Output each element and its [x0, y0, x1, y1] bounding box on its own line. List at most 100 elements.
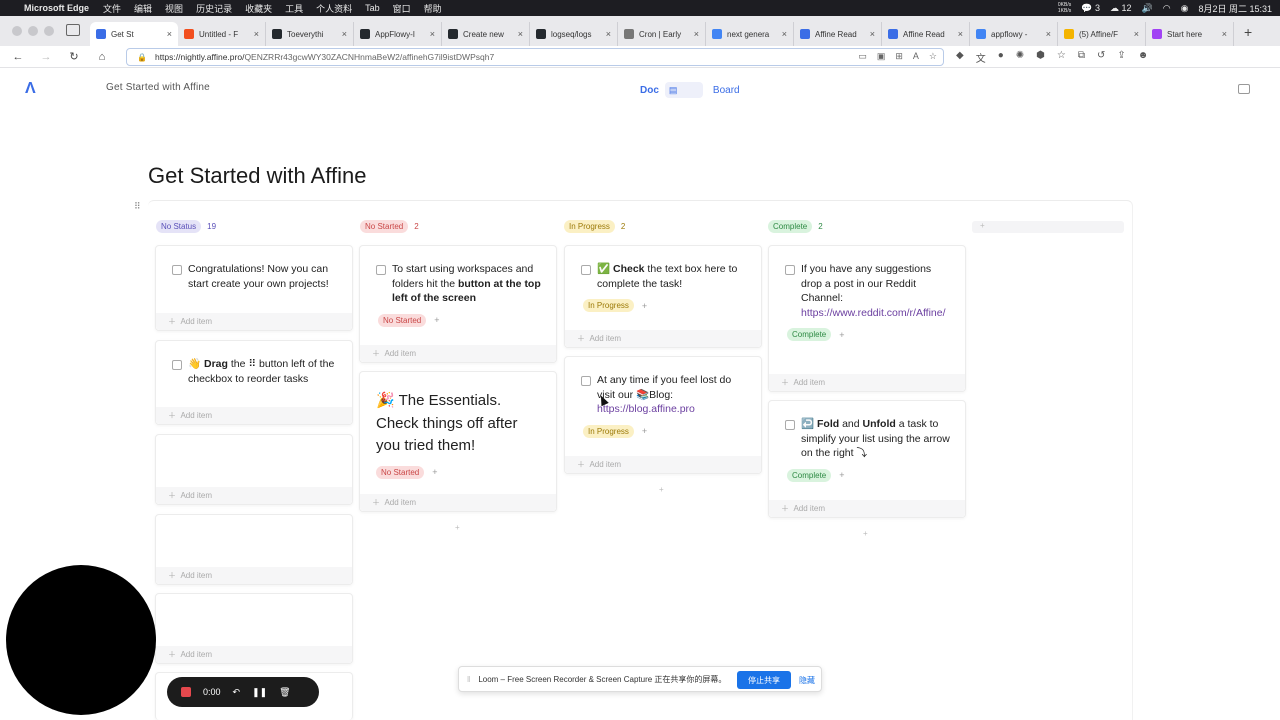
status-tag[interactable]: No Started	[376, 465, 425, 479]
volume-icon[interactable]: 🔊	[1142, 3, 1153, 14]
extension-icon[interactable]: ●	[998, 50, 1004, 65]
browser-tab[interactable]: Get St ×	[90, 22, 178, 46]
task-card[interactable]: 🎉 The Essentials. Check things off after…	[359, 371, 557, 512]
task-text[interactable]: 👋 Drag the ⠿ button left of the checkbox…	[188, 357, 340, 386]
menu-tab[interactable]: Tab	[365, 3, 380, 13]
browser-tab[interactable]: Affine Read ×	[794, 22, 882, 46]
pause-icon[interactable]: ❚❚	[252, 687, 267, 698]
add-card-icon[interactable]: +	[863, 529, 868, 538]
stop-recording-icon[interactable]	[181, 687, 191, 697]
task-card[interactable]: ↩️ Fold and Unfold a task to simplify yo…	[768, 400, 966, 518]
task-text[interactable]: 🎉 The Essentials. Check things off after…	[360, 372, 556, 458]
extension-icon[interactable]: ✺	[1016, 50, 1024, 65]
task-text[interactable]: Congratulations! Now you can start creat…	[188, 262, 340, 291]
task-card-empty[interactable]: ＋ Add item	[155, 514, 353, 585]
add-tag-icon[interactable]: +	[642, 301, 647, 311]
drag-grip-icon[interactable]: ‖	[467, 675, 470, 684]
translate-icon[interactable]: 文	[976, 50, 986, 65]
cast-icon[interactable]: ▣	[877, 51, 886, 62]
task-text[interactable]: ↩️ Fold and Unfold a task to simplify yo…	[801, 417, 953, 461]
home-icon[interactable]: ⌂	[88, 51, 116, 63]
back-icon[interactable]: ←	[4, 51, 32, 63]
add-favorite-icon[interactable]: ☆	[929, 51, 937, 62]
task-text[interactable]: To start using workspaces and folders hi…	[392, 262, 544, 306]
task-card[interactable]: Congratulations! Now you can start creat…	[155, 245, 353, 331]
browser-tab[interactable]: Start here ×	[1146, 22, 1234, 46]
board-mode-button[interactable]: Board	[713, 85, 740, 96]
page-title[interactable]: Get Started with Affine	[148, 163, 367, 189]
close-tab-icon[interactable]: ×	[606, 29, 611, 39]
collections-icon[interactable]: ⧉	[1078, 50, 1085, 65]
task-card-empty[interactable]: ＋ Add item	[155, 434, 353, 505]
task-checkbox[interactable]	[581, 265, 591, 275]
menu-view[interactable]: 视图	[165, 2, 183, 15]
status-badge[interactable]: No Started	[360, 219, 409, 233]
close-window-button[interactable]	[12, 26, 22, 36]
menu-profile[interactable]: 个人资料	[316, 2, 352, 15]
close-tab-icon[interactable]: ×	[782, 29, 787, 39]
status-tag[interactable]: Complete	[787, 328, 832, 341]
menu-file[interactable]: 文件	[103, 2, 121, 15]
add-tag-icon[interactable]: +	[642, 426, 647, 436]
undo-icon[interactable]: ↶	[233, 687, 241, 698]
task-card[interactable]: At any time if you feel lost do visit ou…	[564, 356, 762, 474]
zoom-window-button[interactable]	[44, 26, 54, 36]
notification-icon[interactable]: ☁ 12	[1110, 3, 1132, 14]
profile-icon[interactable]: ☻	[1138, 50, 1149, 65]
task-card[interactable]: ✅ Check the text box here to complete th…	[564, 245, 762, 348]
new-tab-button[interactable]: +	[1244, 24, 1252, 40]
task-card[interactable]: 👋 Drag the ⠿ button left of the checkbox…	[155, 340, 353, 425]
close-tab-icon[interactable]: ×	[518, 29, 523, 39]
status-badge[interactable]: No Status	[156, 219, 202, 233]
add-item-button[interactable]: ＋ Add item	[156, 646, 352, 663]
doc-mode-button[interactable]: Doc	[640, 85, 659, 96]
stop-sharing-button[interactable]: 停止共享	[737, 671, 791, 689]
task-card[interactable]: To start using workspaces and folders hi…	[359, 245, 557, 363]
hide-button[interactable]: 隐藏	[799, 675, 815, 686]
close-tab-icon[interactable]: ×	[958, 29, 963, 39]
column-header[interactable]: Complete 2	[768, 219, 966, 233]
sidebar-toggle-icon[interactable]	[1238, 84, 1250, 94]
share-icon[interactable]: ⇪	[1117, 50, 1125, 65]
blog-link[interactable]: https://blog.affine.pro	[597, 403, 695, 415]
close-tab-icon[interactable]: ×	[342, 29, 347, 39]
task-checkbox[interactable]	[785, 265, 795, 275]
add-item-button[interactable]: ＋ Add item	[769, 374, 965, 391]
task-text[interactable]: At any time if you feel lost do visit ou…	[597, 373, 749, 417]
favorites-icon[interactable]: ☆	[1057, 50, 1066, 65]
lock-icon[interactable]: 🔒	[137, 53, 147, 62]
add-item-button[interactable]: ＋ Add item	[769, 500, 965, 517]
add-tag-icon[interactable]: +	[432, 467, 437, 477]
tab-actions-icon[interactable]	[66, 24, 80, 36]
close-tab-icon[interactable]: ×	[254, 29, 259, 39]
add-tag-icon[interactable]: +	[839, 470, 844, 480]
menu-edit[interactable]: 编辑	[134, 2, 152, 15]
close-tab-icon[interactable]: ×	[1046, 29, 1051, 39]
browser-tab[interactable]: appflowy - ×	[970, 22, 1058, 46]
menu-history[interactable]: 历史记录	[196, 2, 232, 15]
browser-tab[interactable]: Affine Read ×	[882, 22, 970, 46]
task-card-empty[interactable]: ＋ Add item	[155, 593, 353, 664]
close-tab-icon[interactable]: ×	[870, 29, 875, 39]
menu-tools[interactable]: 工具	[285, 2, 303, 15]
close-tab-icon[interactable]: ×	[430, 29, 435, 39]
browser-tab[interactable]: AppFlowy-I ×	[354, 22, 442, 46]
column-header[interactable]: No Started 2	[360, 219, 558, 233]
wechat-icon[interactable]: 💬 3	[1081, 3, 1100, 14]
status-badge[interactable]: Complete	[768, 219, 813, 233]
column-header[interactable]: In Progress 2	[564, 219, 762, 233]
add-item-button[interactable]: ＋ Add item	[565, 456, 761, 473]
column-header[interactable]: No Status 19	[156, 219, 354, 233]
add-tag-icon[interactable]: +	[839, 330, 844, 340]
task-checkbox[interactable]	[581, 376, 591, 386]
task-text[interactable]: ✅ Check the text box here to complete th…	[597, 262, 749, 291]
close-tab-icon[interactable]: ×	[167, 29, 172, 39]
reload-icon[interactable]: ↻	[60, 50, 88, 63]
url-field[interactable]: 🔒 https://nightly.affine.pro/QENZRRr43gc…	[126, 48, 944, 66]
delete-icon[interactable]: 🗑	[279, 687, 290, 698]
control-center-icon[interactable]: ◉	[1181, 3, 1189, 14]
minimize-window-button[interactable]	[28, 26, 38, 36]
task-card[interactable]: If you have any suggestions drop a post …	[768, 245, 966, 392]
add-item-button[interactable]: ＋ Add item	[156, 487, 352, 504]
add-item-button[interactable]: ＋ Add item	[156, 407, 352, 424]
